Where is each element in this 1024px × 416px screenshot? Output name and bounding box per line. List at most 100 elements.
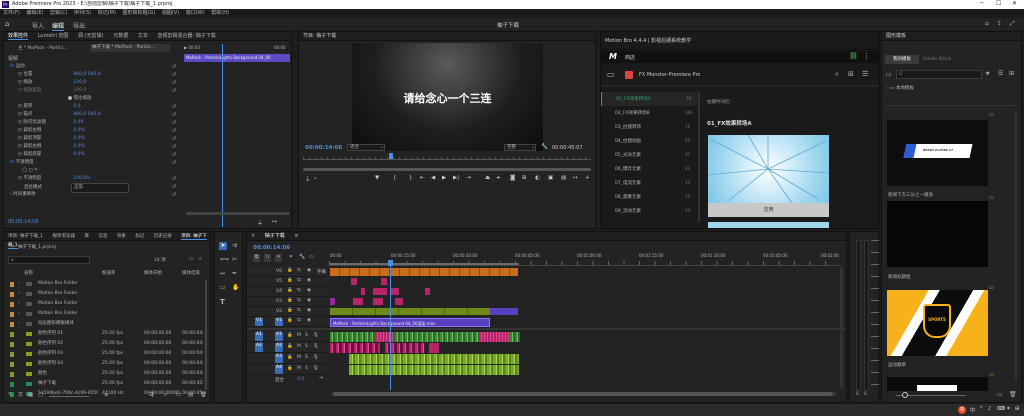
property-row[interactable]: ◷ 不透明度 100.0%: [4, 175, 182, 183]
expand-icon[interactable]: ›: [18, 290, 20, 298]
category-item[interactable]: 07_电流元素 14: [601, 176, 697, 190]
link-icon[interactable]: ⛓: [849, 52, 858, 60]
quality-select[interactable]: 完整 ⌄: [504, 144, 536, 151]
zoom-slider[interactable]: [49, 396, 89, 397]
sort-icon[interactable]: ≡: [104, 392, 109, 398]
settings-icon[interactable]: ⋮: [863, 52, 870, 60]
graphics-scrollbar[interactable]: [1015, 110, 1017, 380]
expand-icon[interactable]: ›: [18, 310, 20, 318]
table-row[interactable]: 颜色 25.00 fps 00:00:00:00 00:00:04:: [4, 370, 204, 380]
stopwatch-icon[interactable]: ◷: [18, 152, 22, 157]
property-value[interactable]: 100.0%: [73, 176, 90, 181]
eye-icon[interactable]: ◉: [307, 308, 311, 313]
property-value[interactable]: 0.0%: [73, 152, 84, 157]
track-label[interactable]: A2: [275, 343, 283, 352]
timeline-v-scrollbar[interactable]: [840, 267, 843, 387]
video-clip[interactable]: [330, 308, 490, 315]
mark-out-bracket-icon[interactable]: }: [409, 175, 413, 181]
source-patch-v1[interactable]: V1: [255, 318, 263, 326]
table-row[interactable]: 颜色序列 01 25.00 fps 00:00:00:00 00:00:04:: [4, 330, 204, 340]
vr-icon[interactable]: ◐: [535, 175, 540, 181]
export-frame-icon[interactable]: ↦: [573, 175, 578, 181]
expand-icon[interactable]: ›: [18, 300, 20, 308]
property-row[interactable]: ◷ 旋转 0.0: [4, 103, 182, 111]
blend-mode-select[interactable]: 正常: [71, 183, 129, 193]
expand-icon[interactable]: ›: [18, 320, 20, 328]
track-label[interactable]: V4: [275, 289, 283, 294]
tab-import[interactable]: 导入: [32, 21, 44, 30]
sync-lock-icon[interactable]: ⇆: [297, 288, 301, 293]
search-icon[interactable]: ⌕: [835, 70, 839, 79]
track-label[interactable]: V6: [275, 269, 283, 274]
mic-icon[interactable]: 🎙: [313, 333, 319, 338]
property-value[interactable]: 0.0%: [73, 144, 84, 149]
eye-icon[interactable]: ◉: [307, 278, 311, 283]
video-clip[interactable]: [330, 298, 335, 305]
expand-icon[interactable]: ›: [18, 280, 20, 288]
track-label[interactable]: V1: [275, 318, 283, 326]
proxy-icon[interactable]: ▤: [561, 175, 566, 181]
stopwatch-icon[interactable]: ◷: [18, 136, 22, 141]
ec-scrollbar[interactable]: [186, 212, 290, 215]
mute-button[interactable]: M: [297, 366, 301, 371]
pack-name[interactable]: FX Monster-Premiere Pro: [639, 72, 700, 78]
tab-markers[interactable]: 标记: [135, 234, 144, 239]
template-item[interactable]: [887, 377, 988, 391]
video-clip[interactable]: [391, 288, 399, 295]
tab-project[interactable]: 项目: 柚子下载_1: [8, 234, 43, 239]
expand-icon[interactable]: ›: [10, 192, 12, 197]
ellipse-mask-icon[interactable]: ◯: [22, 168, 27, 173]
property-row[interactable]: ◷ 裁剪右侧 0.0%: [4, 143, 182, 151]
table-row[interactable]: › Motion Bro Folder: [4, 300, 204, 310]
property-value[interactable]: 100.0: [73, 80, 86, 85]
new-bin-icon[interactable]: ▭: [176, 392, 181, 398]
sync-lock-icon[interactable]: ⇆: [297, 308, 301, 313]
list-icon[interactable]: ☰: [862, 70, 868, 78]
stopwatch-icon[interactable]: ◷: [18, 80, 22, 85]
lock-icon[interactable]: 🔒: [287, 318, 293, 323]
track-label[interactable]: V2: [275, 309, 283, 314]
lock-icon[interactable]: 🔒: [287, 268, 293, 273]
sync-lock-icon[interactable]: ⇆: [297, 298, 301, 303]
label-color-swatch[interactable]: [10, 282, 14, 287]
property-value[interactable]: 0.0: [73, 104, 80, 109]
solo-button[interactable]: S: [305, 333, 308, 338]
label-color-swatch[interactable]: [10, 302, 14, 307]
sync-lock-icon[interactable]: ⇆: [297, 268, 301, 273]
mark-in-icon[interactable]: ▼: [375, 175, 379, 181]
video-clip[interactable]: [373, 298, 383, 305]
eye-icon[interactable]: ◉: [307, 288, 311, 293]
sync-lock-icon[interactable]: ⇆: [297, 318, 301, 323]
menu-icon[interactable]: ≡: [294, 233, 298, 239]
ime-indicator[interactable]: 中: [958, 406, 966, 414]
menu-sequence[interactable]: 序列(S): [74, 9, 91, 18]
fit-select[interactable]: 适合 ⌄: [347, 144, 385, 151]
go-to-end-icon[interactable]: ⇥: [319, 376, 323, 381]
close-icon[interactable]: ✕: [1012, 0, 1017, 8]
lock-icon[interactable]: 🔒: [287, 298, 293, 303]
property-row[interactable]: ◷ 缩放 100.0: [4, 79, 182, 87]
wrench-icon[interactable]: 🔧: [541, 144, 548, 150]
step-back-icon[interactable]: ◀: [431, 175, 435, 181]
stopwatch-icon[interactable]: ◷: [18, 72, 22, 77]
tab-lumetri-scopes[interactable]: Lumetri 范围: [38, 33, 69, 39]
lock-icon[interactable]: 🔒: [287, 366, 293, 371]
comparison-icon[interactable]: ▣: [548, 175, 553, 181]
solo-button[interactable]: S: [305, 344, 308, 349]
program-timecode[interactable]: 00:00:14:06: [305, 145, 342, 151]
mute-button[interactable]: M: [297, 333, 301, 338]
mic-icon[interactable]: 🎙: [313, 366, 319, 371]
rect-mask-icon[interactable]: ▢: [28, 168, 32, 173]
graphics-title[interactable]: 图形模板: [882, 32, 1021, 41]
menu-help[interactable]: 帮助(H): [211, 9, 229, 18]
go-to-in-icon[interactable]: ⇤: [420, 175, 425, 181]
list-view-icon[interactable]: ☰: [18, 392, 23, 398]
tab-export[interactable]: 导出: [73, 21, 85, 30]
property-value[interactable]: 960.0 540.0: [73, 112, 100, 117]
zoom-slider-handle[interactable]: [902, 392, 908, 398]
tray-icon[interactable]: ♪: [988, 406, 992, 412]
template-item[interactable]: SPORTS: [887, 290, 988, 356]
mark-in-bracket-icon[interactable]: {: [393, 175, 397, 181]
menu-window[interactable]: 窗口(W): [186, 9, 205, 18]
stopwatch-icon[interactable]: ◷: [18, 128, 22, 133]
